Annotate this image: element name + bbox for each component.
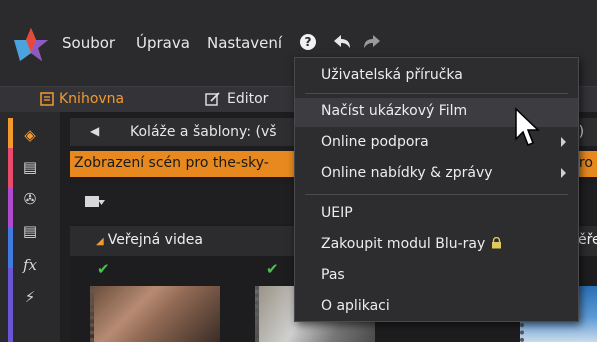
menu-uprava[interactable]: Úprava — [136, 34, 190, 52]
menu-item-label: Načíst ukázkový Film — [321, 103, 468, 119]
menu-soubor[interactable]: Soubor — [62, 34, 115, 52]
submenu-arrow-icon — [561, 137, 566, 147]
category-stripe — [8, 268, 13, 342]
check-icon: ✔ — [97, 260, 110, 278]
category-stripe — [8, 228, 13, 268]
banner-text: Zobrazení scén pro the-sky- — [74, 155, 269, 171]
tab-editor[interactable]: Editor — [205, 91, 268, 107]
section-label-end: ěřej — [578, 232, 597, 248]
menu-item-label: Online nabídky & zprávy — [321, 165, 493, 181]
menu-item-ueip[interactable]: UEIP — [295, 200, 578, 229]
menu-item-label: O aplikaci — [321, 298, 390, 314]
menu-item-about[interactable]: O aplikaci — [295, 293, 578, 322]
breadcrumb-text[interactable]: Koláže a šablony: (vš — [130, 124, 277, 140]
section-title: Veřejná videa — [107, 232, 203, 248]
check-icon: ✔ — [266, 260, 279, 278]
tab-library[interactable]: Knihovna — [40, 91, 124, 107]
menu-item-online-offers[interactable]: Online nabídky & zprávy — [295, 160, 578, 189]
section-label: ◢ Veřejná videa — [96, 232, 203, 248]
menu-item-label: Online podpora — [321, 134, 429, 150]
edit-icon — [205, 92, 220, 106]
library-icon — [40, 92, 54, 106]
collapse-icon: ◢ — [96, 236, 104, 247]
undo-icon[interactable] — [332, 33, 352, 51]
menu-separator — [305, 93, 568, 94]
mouse-cursor-icon — [515, 107, 540, 146]
back-arrow-icon[interactable]: ◀ — [90, 124, 99, 138]
menu-item-label: Uživatelská příručka — [321, 67, 463, 83]
help-icon[interactable]: ? — [300, 34, 316, 50]
menu-item-pass[interactable]: Pas — [295, 262, 578, 291]
menu-separator — [305, 194, 568, 195]
tab-library-label: Knihovna — [59, 91, 125, 107]
category-stripe — [8, 118, 13, 148]
submenu-arrow-icon — [561, 168, 566, 178]
help-menu: Uživatelská příručka Načíst ukázkový Fil… — [294, 57, 579, 322]
menu-item-user-guide[interactable]: Uživatelská příručka — [295, 62, 578, 91]
menu-item-label: Pas — [321, 267, 345, 283]
category-stripe — [8, 148, 13, 188]
menu-nastaveni[interactable]: Nastavení — [207, 34, 282, 52]
import-icon[interactable] — [84, 194, 106, 210]
menu-item-text: Zakoupit modul Blu-ray — [321, 236, 486, 252]
video-thumbnail[interactable] — [90, 286, 220, 342]
tab-editor-label: Editor — [227, 91, 269, 107]
redo-icon[interactable] — [362, 33, 382, 51]
category-stripe — [8, 188, 13, 228]
menu-item-label: UEIP — [321, 205, 353, 221]
menu-item-label: Zakoupit modul Blu-ray — [321, 236, 502, 252]
app-logo-icon[interactable] — [10, 24, 52, 66]
menu-item-buy-bluray[interactable]: Zakoupit modul Blu-ray — [295, 231, 578, 260]
lock-icon — [492, 237, 502, 249]
